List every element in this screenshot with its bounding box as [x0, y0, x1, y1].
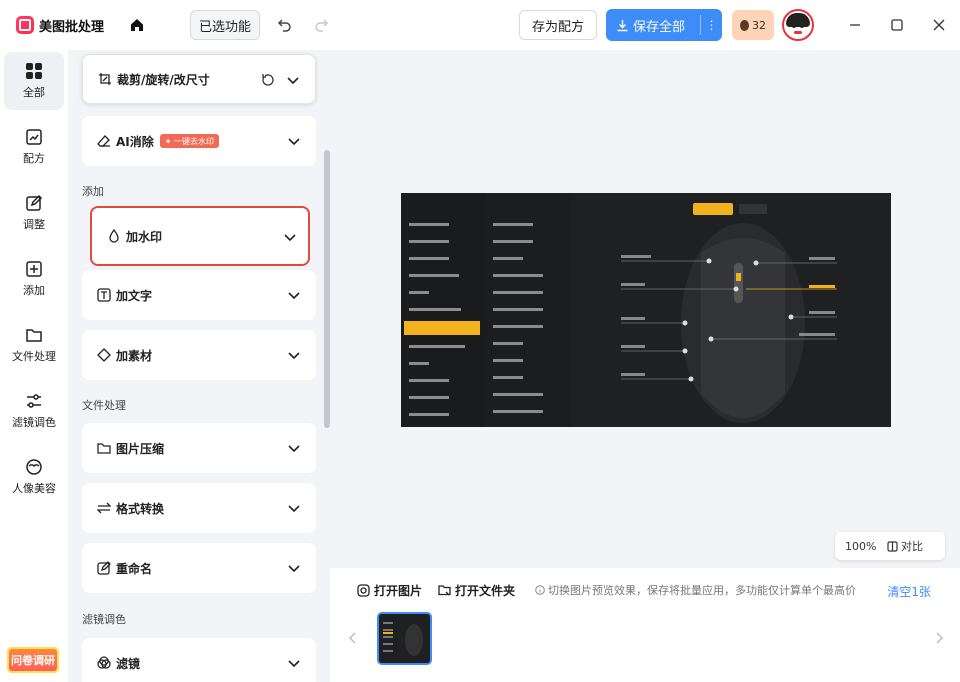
redo-icon[interactable] [310, 14, 332, 36]
open-folder-button[interactable]: 打开文件夹 [438, 582, 515, 599]
eraser-icon [96, 133, 112, 149]
save-as-recipe-button[interactable]: 存为配方 [518, 10, 597, 40]
selected-features-button[interactable]: 已选功能 [190, 10, 261, 40]
credits-badge[interactable]: 32 [732, 10, 774, 40]
format-convert-card[interactable]: 格式转换 [82, 483, 316, 533]
compress-card[interactable]: 图片压缩 [82, 423, 316, 473]
chevron-down-icon[interactable] [286, 440, 302, 456]
chevron-down-icon[interactable] [286, 347, 302, 363]
watermark-card[interactable]: 加水印 [90, 206, 310, 266]
section-label-add: 添加 [82, 185, 104, 198]
home-icon[interactable] [126, 14, 148, 36]
image-icon [357, 583, 370, 597]
title-bar: 美图批处理 已选功能 存为配方 保存全部 ⋮ 32 [0, 0, 960, 50]
material-icon [96, 347, 112, 363]
crop-icon [97, 71, 113, 87]
folder-icon [96, 440, 112, 456]
chevron-left-icon[interactable] [345, 630, 361, 646]
nav-item-file[interactable]: 文件处理 [4, 316, 64, 374]
crop-rotate-resize-card[interactable]: 裁剪/旋转/改尺寸 [82, 54, 316, 104]
nav-item-filter[interactable]: 滤镜调色 [4, 382, 64, 440]
minimize-icon[interactable] [844, 14, 866, 36]
maximize-icon[interactable] [886, 14, 908, 36]
chevron-right-icon[interactable] [931, 630, 947, 646]
nav-item-portrait[interactable]: 人像美容 [4, 448, 64, 506]
nav-item-adjust[interactable]: 调整 [4, 184, 64, 242]
left-nav: 全部 配方 调整 添加 文件处理 滤镜调色 人像美容 问卷调研 [0, 50, 68, 682]
save-all-more-icon[interactable]: ⋮ [700, 15, 722, 35]
edit-icon [26, 194, 43, 211]
add-text-card[interactable]: 加文字 [82, 270, 316, 320]
zoom-level[interactable]: 100% [835, 540, 887, 553]
section-label-filter: 滤镜调色 [82, 613, 126, 626]
nav-item-add[interactable]: 添加 [4, 250, 64, 308]
app-logo-icon [16, 16, 34, 34]
tools-panel: 裁剪/旋转/改尺寸 AI消除 ✦ 一键去水印 添加 加水印 加文字 加素材 文件… [68, 50, 330, 682]
add-icon [26, 261, 42, 277]
save-all-button[interactable]: 保存全部 ⋮ [606, 9, 722, 41]
download-icon [617, 19, 628, 31]
filter-card[interactable]: 滤镜 [82, 638, 316, 682]
ai-remove-card[interactable]: AI消除 ✦ 一键去水印 [82, 116, 316, 166]
ai-remove-badge: ✦ 一键去水印 [159, 134, 220, 148]
rename-card[interactable]: 重命名 [82, 543, 316, 593]
section-label-file: 文件处理 [82, 399, 126, 412]
compare-icon [887, 540, 898, 552]
compare-button[interactable]: 对比 [887, 538, 923, 554]
text-icon [96, 287, 112, 303]
filter-icon [96, 655, 112, 671]
preview-image[interactable] [401, 193, 891, 427]
nav-item-recipe[interactable]: 配方 [4, 118, 64, 176]
add-material-card[interactable]: 加素材 [82, 330, 316, 380]
folder-open-icon [438, 584, 451, 595]
swap-icon [96, 500, 112, 516]
chevron-down-icon[interactable] [286, 560, 302, 576]
watermark-icon [106, 228, 122, 244]
rename-icon [96, 560, 112, 576]
undo-icon[interactable] [274, 14, 296, 36]
chevron-down-icon[interactable] [285, 72, 301, 88]
chevron-down-icon[interactable] [286, 500, 302, 516]
info-icon [535, 585, 545, 595]
chevron-down-icon[interactable] [286, 133, 302, 149]
folder-icon [26, 329, 42, 342]
avatar[interactable] [782, 9, 814, 41]
batch-tip: 切换图片预览效果，保存将批量应用，多功能仅计算单个最高价 [535, 582, 856, 598]
grid-icon [26, 63, 42, 79]
open-image-button[interactable]: 打开图片 [357, 582, 422, 599]
bottom-bar: 打开图片 打开文件夹 切换图片预览效果，保存将批量应用，多功能仅计算单个最高价 … [330, 568, 960, 682]
clear-images-link[interactable]: 清空1张 [887, 583, 931, 600]
bean-icon [740, 19, 749, 31]
reset-icon[interactable] [261, 73, 275, 87]
app-name: 美图批处理 [39, 19, 105, 35]
nav-item-all[interactable]: 全部 [4, 52, 64, 110]
face-icon [26, 459, 42, 475]
credits-count: 32 [752, 18, 766, 32]
chevron-down-icon[interactable] [286, 655, 302, 671]
zoom-control[interactable]: 100% 对比 [835, 532, 945, 560]
preview-canvas: 100% 对比 [330, 50, 960, 568]
image-thumbnail[interactable] [377, 612, 432, 665]
save-all-label: 保存全部 [633, 19, 686, 35]
recipe-icon [26, 129, 42, 145]
chevron-down-icon[interactable] [286, 287, 302, 303]
sliders-icon [27, 394, 41, 408]
close-icon[interactable] [928, 14, 950, 36]
chevron-down-icon[interactable] [282, 229, 298, 245]
survey-button[interactable]: 问卷调研 [7, 647, 59, 673]
